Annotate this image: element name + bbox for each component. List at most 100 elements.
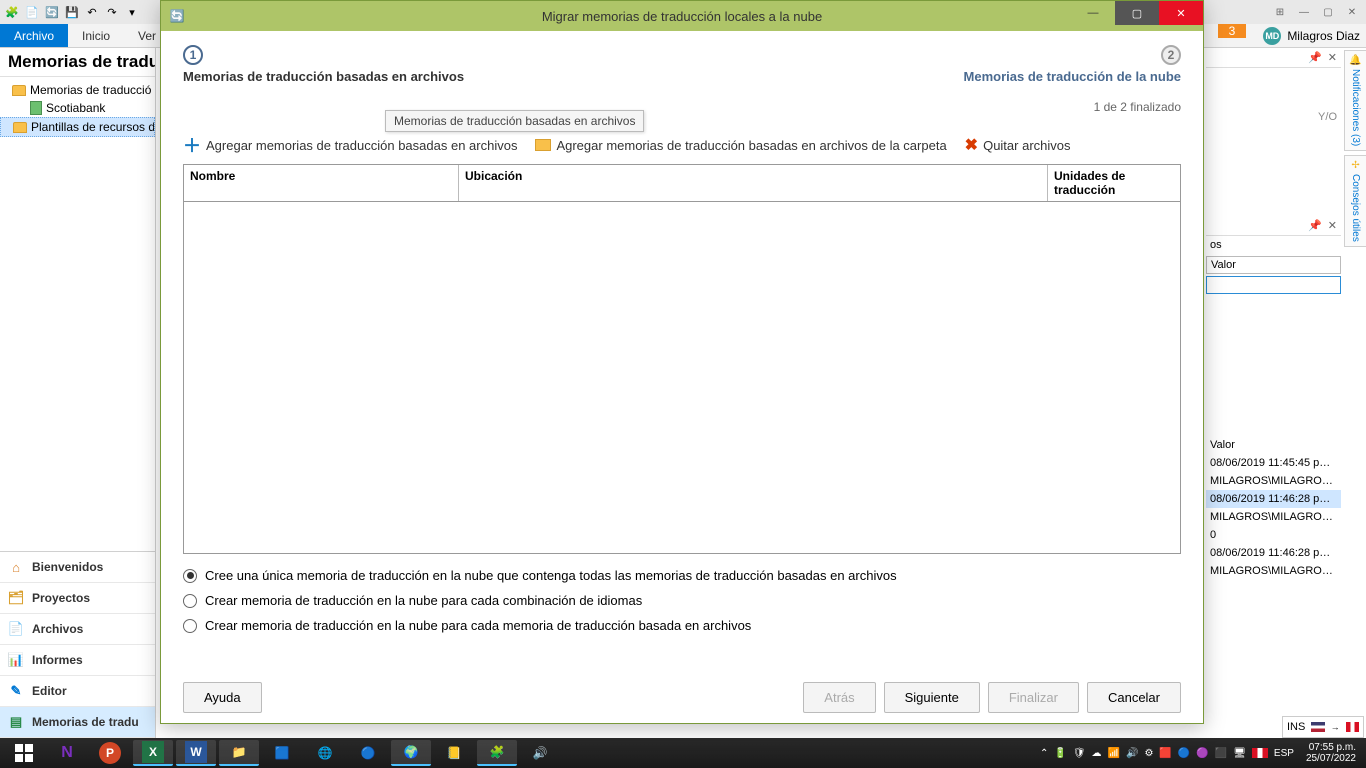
home-icon: ⌂ [8,559,24,575]
report-icon: 📊 [8,652,24,668]
tray-icon[interactable]: 🔊 [1126,748,1138,759]
pin-icon[interactable]: 📌 [1308,219,1322,232]
nav-list: ⌂ Bienvenidos 🗂 Proyectos 📄 Archivos 📊 I… [0,551,155,738]
radio-label: Crear memoria de traducción en la nube p… [205,593,642,608]
taskbar-clock[interactable]: 07:55 p.m. 25/07/2022 [1300,742,1362,764]
dialog-minimize-button[interactable]: — [1071,1,1115,25]
undo-icon[interactable]: ↶ [84,4,100,20]
ribbon-tab-file[interactable]: Archivo [0,24,68,47]
radio-option-per-file[interactable]: Crear memoria de traducción en la nube p… [183,618,1181,633]
tray-icon[interactable]: ☁ [1092,748,1102,759]
plus-icon: ＋ [183,132,201,158]
radio-icon [183,619,197,633]
nav-projects[interactable]: 🗂 Proyectos [0,583,155,614]
taskbar-powerpoint-icon[interactable]: P [90,740,130,766]
col-header-units[interactable]: Unidades de traducción [1048,165,1180,201]
pe-flag-icon[interactable] [1346,722,1359,732]
radio-option-single-tm[interactable]: Cree una única memoria de traducción en … [183,568,1181,583]
taskbar-globe-icon[interactable]: 🌐 [305,740,345,766]
main-minimize-icon[interactable]: — [1292,2,1316,22]
cancel-button[interactable]: Cancelar [1087,682,1181,713]
user-avatar: MD [1263,27,1281,45]
add-file-based-tm-button[interactable]: ＋ Agregar memorias de traducción basadas… [183,132,517,158]
add-folder-tm-button[interactable]: Agregar memorias de traducción basadas e… [535,138,946,153]
user-info[interactable]: MD Milagros Diaz [1263,24,1360,48]
panel-title: Memorias de tradu [0,48,155,77]
bell-icon: 🔔 [1349,55,1361,66]
nav-editor[interactable]: ✎ Editor [0,676,155,707]
tray-lang-label[interactable]: ESP [1274,748,1294,759]
tree-root-tm[interactable]: Memorias de traducció [0,81,155,99]
main-maximize-icon[interactable]: ▢ [1316,2,1340,22]
help-button[interactable]: Ayuda [183,682,262,713]
tray-icon[interactable]: 🔋 [1054,748,1066,759]
tray-icon[interactable]: ⚙ [1144,748,1153,759]
us-flag-icon[interactable] [1311,722,1324,732]
dialog-maximize-button[interactable]: ▢ [1115,1,1159,25]
prop-row[interactable]: 08/06/2019 11:46:28 p… [1206,490,1341,508]
col-header-location[interactable]: Ubicación [459,165,1048,201]
tree-label: Memorias de traducció [30,83,151,97]
pin-icon[interactable]: 📌 [1308,51,1322,64]
taskbar-app-icon[interactable]: 🟦 [262,740,302,766]
tree-root-templates[interactable]: Plantillas de recursos d [0,117,155,137]
ribbon-tab-number[interactable]: 3 [1218,24,1246,38]
side-tab-tips[interactable]: ✢ Consejos útiles [1344,155,1366,247]
tray-icon[interactable]: 📶 [1108,748,1120,759]
nav-tm[interactable]: ▤ Memorias de tradu [0,707,155,738]
close-panel-icon[interactable]: ✕ [1328,219,1337,232]
ribbon-tab-home[interactable]: Inicio [68,24,124,47]
tm-files-grid[interactable]: Nombre Ubicación Unidades de traducción [183,164,1181,554]
main-close-icon[interactable]: ✕ [1340,2,1364,22]
next-button[interactable]: Siguiente [884,682,980,713]
nav-welcome[interactable]: ⌂ Bienvenidos [0,552,155,583]
qat-dropdown-icon[interactable]: ▾ [124,4,140,20]
dialog-titlebar[interactable]: 🔄 Migrar memorias de traducción locales … [161,1,1203,31]
nav-files[interactable]: 📄 Archivos [0,614,155,645]
tray-icon[interactable]: 🟣 [1196,748,1208,759]
taskbar-app-icon[interactable]: 🔵 [348,740,388,766]
side-tab-notifications[interactable]: 🔔 Notificaciones (3) [1344,50,1366,151]
close-panel-icon[interactable]: ✕ [1328,51,1337,64]
redo-icon[interactable]: ↷ [104,4,120,20]
step-number-badge: 1 [183,45,203,65]
qat-icon-1[interactable]: 📄 [24,4,40,20]
tray-flag-icon[interactable] [1252,748,1268,758]
taskbar-onenote-icon[interactable]: N [47,740,87,766]
user-name-label: Milagros Diaz [1287,29,1360,43]
tray-chevron-icon[interactable]: ⌃ [1040,748,1048,759]
qat-icon-2[interactable]: 🔄 [44,4,60,20]
taskbar-excel-icon[interactable]: X [133,740,173,766]
taskbar-chrome-icon[interactable]: 🌍 [391,740,431,766]
system-tray[interactable]: ⌃ 🔋 🛡 ☁ 📶 🔊 ⚙ 🟥 🔵 🟣 ⬛ 🖥 ESP 07:55 p.m. 2… [1040,742,1362,764]
tray-icon[interactable]: 🖥 [1233,748,1246,759]
taskbar-notes-icon[interactable]: 📒 [434,740,474,766]
tray-icon[interactable]: 🔵 [1178,748,1190,759]
action-label: Agregar memorias de traducción basadas e… [556,138,946,153]
radio-option-per-langpair[interactable]: Crear memoria de traducción en la nube p… [183,593,1181,608]
clock-time: 07:55 p.m. [1306,742,1356,753]
nav-reports[interactable]: 📊 Informes [0,645,155,676]
side-tab-label: Consejos útiles [1350,174,1361,242]
briefcase-icon: 🗂 [8,590,24,606]
dialog-title-label: Migrar memorias de traducción locales a … [542,9,822,24]
main-new-window-icon[interactable]: ⊞ [1268,2,1292,22]
dialog-close-button[interactable]: ✕ [1159,1,1203,25]
tree-child-scotiabank[interactable]: Scotiabank [0,99,155,117]
remove-files-button[interactable]: ✖ Quitar archivos [965,135,1071,155]
taskbar-explorer-icon[interactable]: 📁 [219,740,259,766]
save-icon[interactable]: 💾 [64,4,80,20]
tray-icon[interactable]: 🟥 [1159,748,1171,759]
valor-header-cell: Valor [1206,256,1341,274]
taskbar-volume-icon[interactable]: 🔊 [520,740,560,766]
valor-input[interactable] [1206,276,1341,294]
col-header-name[interactable]: Nombre [184,165,459,201]
dialog-button-row: Ayuda Atrás Siguiente Finalizar Cancelar [183,662,1181,713]
taskbar-trados-icon[interactable]: 🧩 [477,740,517,766]
taskbar-word-icon[interactable]: W [176,740,216,766]
windows-taskbar[interactable]: N P X W 📁 🟦 🌐 🔵 🌍 📒 🧩 🔊 ⌃ 🔋 🛡 ☁ 📶 🔊 ⚙ 🟥 … [0,738,1366,768]
tree-label: Scotiabank [46,101,105,115]
start-button[interactable] [4,740,44,766]
tray-icon[interactable]: 🛡 [1073,748,1086,759]
tray-icon[interactable]: ⬛ [1215,748,1227,759]
